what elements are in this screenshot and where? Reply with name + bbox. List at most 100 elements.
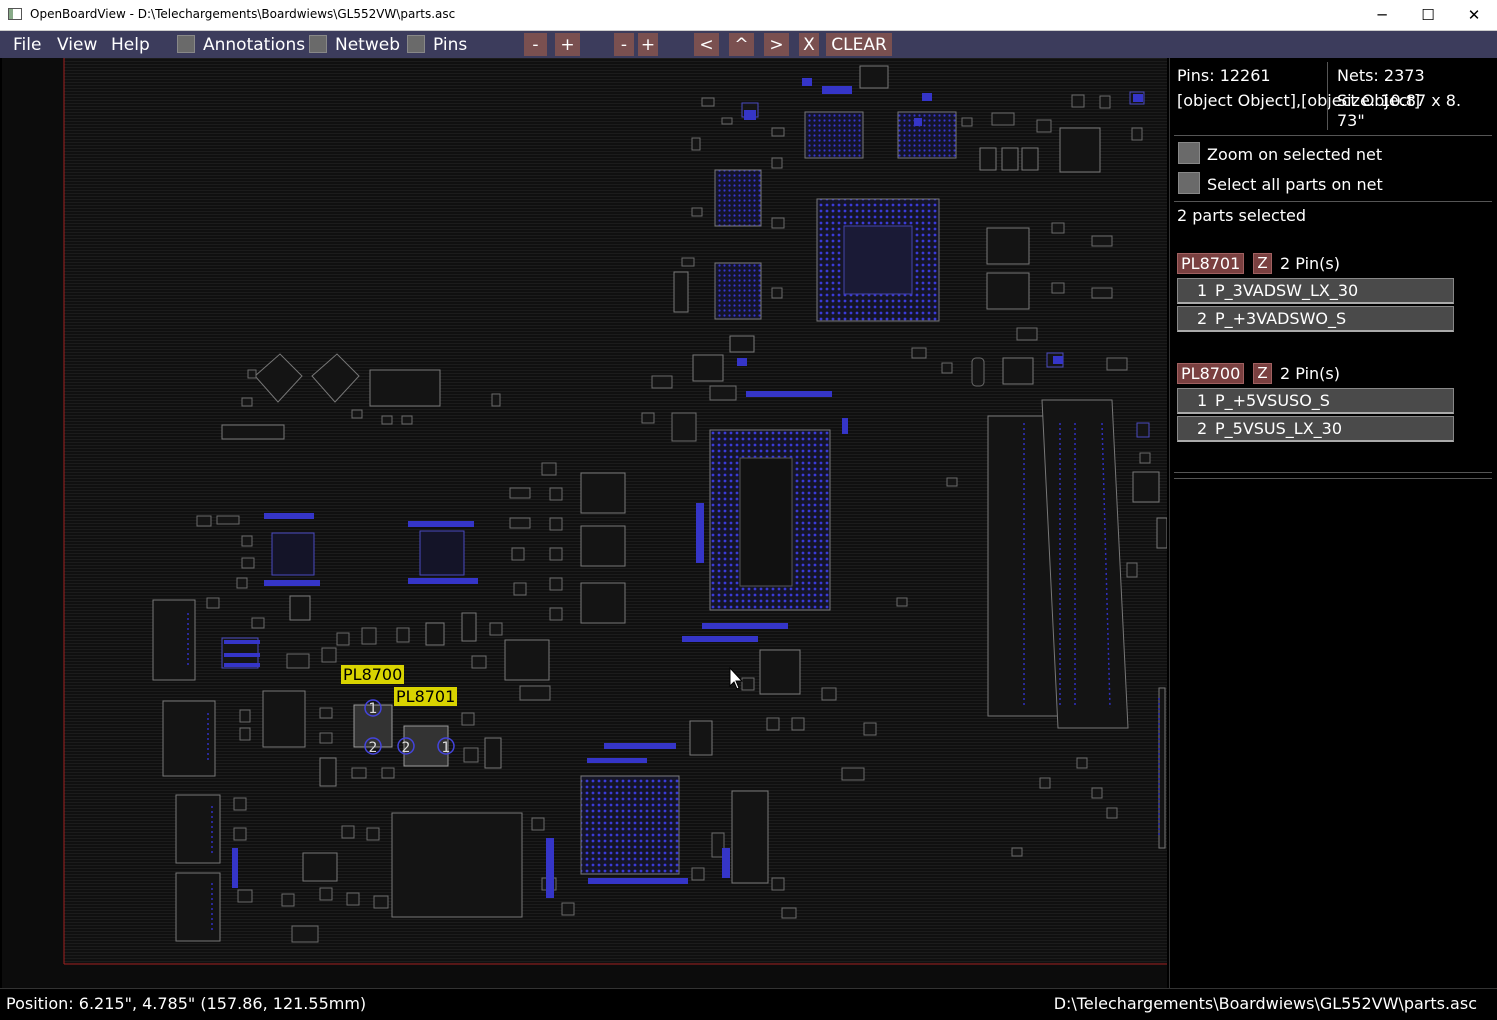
zoom-selected-net-label: Zoom on selected net — [1207, 145, 1383, 164]
annotations-checkbox[interactable] — [177, 35, 195, 53]
part-u3 — [859, 65, 889, 89]
ic-u11 — [419, 530, 465, 576]
ic-u10 — [271, 532, 315, 576]
app-icon — [8, 8, 22, 20]
part-u8 — [692, 354, 724, 382]
netweb-label: Netweb — [335, 35, 400, 55]
part-button-pl8701[interactable]: PL8701 — [1177, 253, 1245, 274]
board-size-line1: Size: 10.87 x 8. — [1337, 91, 1462, 110]
ic-u1 — [804, 111, 864, 159]
part-button-pl8700[interactable]: PL8700 — [1177, 363, 1245, 384]
menu-bar: File View Help Annotations Netweb Pins -… — [0, 31, 1497, 58]
inductor-1 — [262, 690, 306, 748]
connector-top — [369, 369, 441, 407]
part-u14 — [302, 852, 338, 882]
pan-left-button[interactable]: < — [694, 33, 719, 56]
net-name: P_+3VADSWO_S — [1215, 309, 1347, 328]
inductor-2 — [391, 812, 523, 918]
menu-view[interactable]: View — [57, 35, 97, 55]
connector-left-3 — [175, 794, 221, 864]
clear-button[interactable]: CLEAR — [826, 33, 892, 56]
part-u16 — [425, 622, 445, 646]
close-button[interactable]: ✕ — [1451, 0, 1497, 30]
part-c4 — [979, 147, 997, 171]
pan-right-button[interactable]: > — [764, 33, 789, 56]
pin-number: 1 — [1197, 391, 1208, 410]
window-title: OpenBoardView - D:\Telechargements\Board… — [30, 7, 456, 21]
pl8700-pin-count: 2 Pin(s) — [1280, 364, 1340, 383]
menu-file[interactable]: File — [13, 35, 41, 55]
select-all-parts-checkbox[interactable] — [1178, 172, 1200, 194]
ic-u2 — [897, 111, 957, 159]
board-canvas[interactable]: 1 2 2 1 PL8700 PL8701 — [2, 58, 1167, 988]
pl8701-pin-1-label: 1 — [442, 740, 451, 756]
status-bar: Position: 6.215", 4.785" (157.86, 121.55… — [0, 988, 1497, 1020]
pins-checkbox[interactable] — [407, 35, 425, 53]
pins-count: Pins: 12261 — [1177, 66, 1271, 85]
part-u17 — [461, 612, 477, 642]
select-all-parts-label: Select all parts on net — [1207, 175, 1383, 194]
info-panel: Pins: 12261 [object Object],[object Obje… — [1169, 58, 1496, 988]
nets-count: Nets: 2373 — [1337, 66, 1425, 85]
part-u15 — [289, 595, 311, 621]
part-u6 — [986, 272, 1030, 310]
pin-number: 1 — [1197, 281, 1208, 300]
vram-1 — [714, 169, 762, 227]
minimize-button[interactable]: ─ — [1359, 0, 1405, 30]
stat-divider — [1327, 62, 1328, 130]
divider — [1174, 201, 1492, 202]
divider — [1174, 135, 1492, 136]
part-label-pl8700[interactable]: PL8700 — [341, 665, 405, 684]
board-size-line2: 73" — [1337, 111, 1365, 130]
rotate-plus-button[interactable]: + — [638, 33, 658, 56]
gpu-die — [843, 225, 913, 295]
pins-label: Pins — [433, 35, 468, 55]
pin-row-pl8700-2[interactable]: 2 P_5VSUS_LX_30 — [1177, 416, 1454, 442]
connector-left-2 — [162, 700, 216, 777]
annotations-label: Annotations — [203, 35, 306, 55]
pl8700-pin-1-label: 1 — [369, 701, 378, 717]
zoom-selected-net-checkbox[interactable] — [1178, 142, 1200, 164]
zoom-out-button[interactable]: - — [524, 33, 547, 56]
maximize-button[interactable]: ☐ — [1405, 0, 1451, 30]
edge-connector — [1158, 687, 1166, 849]
file-path: D:\Telechargements\Boardwiews\GL552VW\pa… — [1053, 994, 1477, 1013]
pin-row-pl8701-1[interactable]: 1 P_3VADSW_LX_30 — [1177, 278, 1454, 304]
part-label-pl8701[interactable]: PL8701 — [394, 687, 458, 706]
part-u5 — [986, 227, 1030, 265]
pan-up-button[interactable]: ^ — [729, 33, 754, 56]
zoom-in-button[interactable]: + — [555, 33, 580, 56]
rotate-minus-button[interactable]: - — [614, 33, 634, 56]
title-bar: OpenBoardView - D:\Telechargements\Board… — [0, 0, 1497, 31]
part-c6 — [1021, 147, 1039, 171]
net-name: P_3VADSW_LX_30 — [1215, 281, 1359, 300]
board-drawing: 1 2 2 1 — [63, 58, 1167, 965]
zoom-part-pl8700-button[interactable]: Z — [1253, 363, 1272, 384]
part-u12 — [731, 790, 769, 884]
connector-left-4 — [175, 872, 221, 942]
part-u4 — [1059, 127, 1101, 173]
pl8701-pin-2-label: 2 — [402, 740, 411, 756]
divider — [1174, 478, 1492, 479]
divider — [1174, 472, 1492, 473]
net-name: P_5VSUS_LX_30 — [1215, 419, 1343, 438]
pl8701-pin-count: 2 Pin(s) — [1280, 254, 1340, 273]
net-name: P_+5VSUSO_S — [1215, 391, 1330, 410]
part-u19 — [484, 737, 502, 769]
pin-number: 2 — [1197, 419, 1208, 438]
part-u7 — [1002, 357, 1034, 385]
parts-selected-count: 2 parts selected — [1177, 206, 1307, 225]
pin-row-pl8700-1[interactable]: 1 P_+5VSUSO_S — [1177, 388, 1454, 414]
menu-help[interactable]: Help — [111, 35, 150, 55]
mosfet-5 — [759, 649, 801, 695]
part-u13 — [689, 720, 713, 756]
pin-row-pl8701-2[interactable]: 2 P_+3VADSWO_S — [1177, 306, 1454, 332]
netweb-checkbox[interactable] — [309, 35, 327, 53]
flip-x-button[interactable]: X — [799, 33, 819, 56]
part-c2 — [729, 335, 755, 353]
part-c7 — [1156, 517, 1167, 549]
zoom-part-pl8701-button[interactable]: Z — [1253, 253, 1272, 274]
mosfet-2 — [580, 525, 626, 567]
vram-2 — [714, 262, 762, 320]
mosfet-3 — [580, 582, 626, 624]
